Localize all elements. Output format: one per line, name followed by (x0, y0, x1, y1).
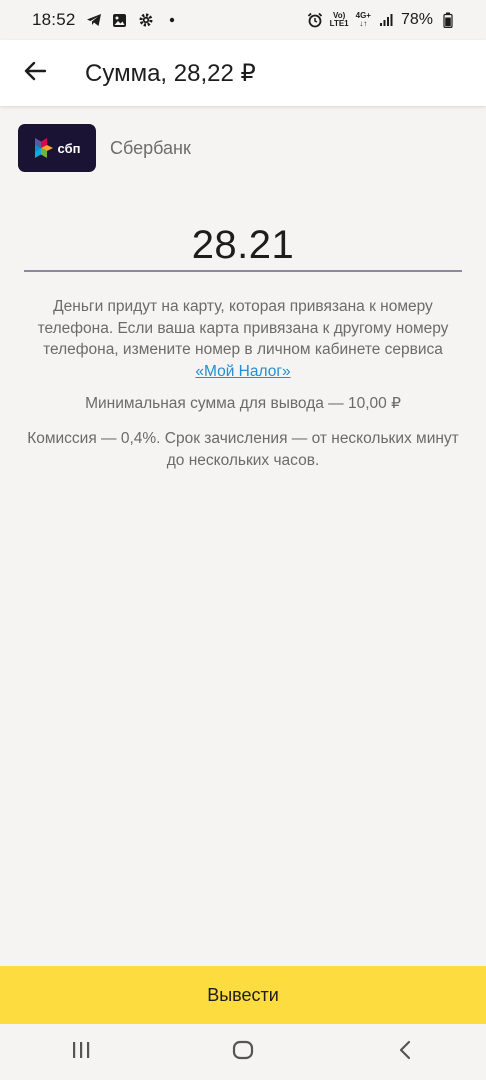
recents-button[interactable] (51, 1027, 111, 1077)
bank-row[interactable]: сбп Сбербанк (18, 124, 191, 172)
back-button[interactable] (0, 40, 70, 106)
dot-icon (164, 12, 180, 28)
status-right: Vo) LTE1 4G+ ↓↑ 78% (307, 11, 456, 29)
amount-value[interactable]: 28.21 (192, 223, 295, 268)
app-bar: Сумма, 28,22 ₽ (0, 40, 486, 106)
signal-icon (378, 12, 394, 28)
network-arrows: ↓↑ (359, 19, 368, 28)
home-icon (232, 1040, 254, 1065)
telegram-icon (86, 12, 102, 28)
home-button[interactable] (213, 1027, 273, 1077)
network-4g-icon: 4G+ ↓↑ (356, 12, 371, 28)
withdraw-button-label: Вывести (207, 984, 279, 1005)
gallery-icon (112, 12, 128, 28)
status-bar: 18:52 Vo) LTE1 4G+ ↓↑ 78% (0, 0, 486, 40)
sbp-logo: сбп (18, 124, 96, 172)
status-time: 18:52 (32, 10, 76, 29)
volte-icon: Vo) LTE1 (330, 12, 349, 28)
bank-name: Сбербанк (110, 137, 191, 158)
arrow-left-icon (24, 61, 47, 86)
min-sum-text: Минимальная сумма для вывода — 10,00 ₽ (85, 395, 401, 412)
info-card-text: Деньги придут на карту, которая привязан… (37, 298, 449, 358)
volte-label-bottom: LTE1 (329, 19, 349, 28)
back-icon (398, 1040, 412, 1065)
battery-percent: 78% (400, 11, 433, 28)
info-card-note: Деньги придут на карту, которая привязан… (24, 296, 462, 382)
sbp-logo-mark (34, 138, 53, 158)
commission-text: Комиссия — 0,4%. Срок зачисления — от не… (27, 430, 459, 469)
recents-icon (71, 1041, 91, 1064)
alarm-icon (307, 12, 323, 28)
settings-icon (138, 12, 154, 28)
battery-icon (440, 12, 456, 28)
screen: 18:52 Vo) LTE1 4G+ ↓↑ 78% Сумма, 28,22 ₽… (0, 0, 486, 1080)
amount-input[interactable]: 28.21 (24, 220, 462, 272)
system-back-button[interactable] (375, 1027, 435, 1077)
moy-nalog-link[interactable]: «Мой Налог» (195, 363, 290, 380)
status-left: 18:52 (32, 10, 180, 30)
nav-bar (0, 1024, 486, 1080)
withdraw-button[interactable]: Вывести (0, 966, 486, 1024)
page-title: Сумма, 28,22 ₽ (85, 59, 256, 87)
sbp-logo-text: сбп (57, 140, 81, 156)
